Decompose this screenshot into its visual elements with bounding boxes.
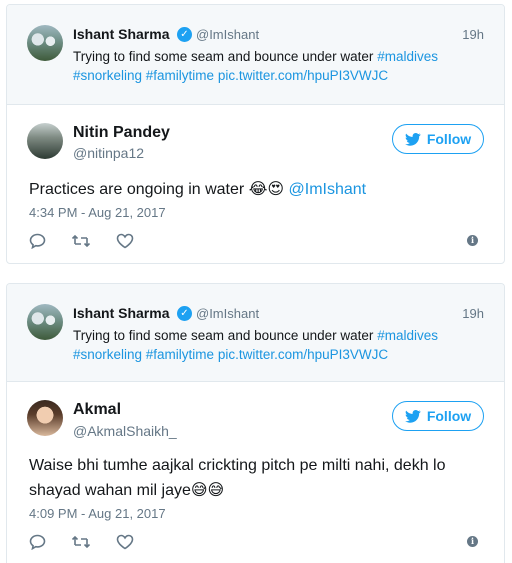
quoted-timestamp[interactable]: 19h [462,306,484,321]
info-icon[interactable]: i [467,235,478,246]
quoted-tweet[interactable]: Ishant Sharma ✓ @ImIshant 19h Trying to … [7,5,504,105]
tweet-actions: i [27,532,484,552]
follow-label: Follow [426,131,472,147]
tweet-text-body: Waise bhi tumhe aajkal crickting pitch p… [29,457,446,499]
info-icon[interactable]: i [467,536,478,547]
quoted-author-name[interactable]: Ishant Sharma [73,26,169,42]
quoted-author-handle[interactable]: @ImIshant [196,27,259,42]
tweet-emojis: 😂😍 [248,179,285,198]
tweet-actions: i [27,231,484,251]
follow-button[interactable]: Follow [392,124,484,154]
retweet-icon[interactable] [71,231,91,251]
author-avatar[interactable] [27,123,63,159]
author-name[interactable]: Nitin Pandey [73,124,170,142]
twitter-bird-icon [405,132,421,146]
quoted-timestamp[interactable]: 19h [462,27,484,42]
quoted-text-body: Trying to find some seam and bounce unde… [73,328,374,343]
reply-icon[interactable] [27,231,47,251]
like-icon[interactable] [115,532,135,552]
pic-link[interactable]: pic.twitter.com/hpuPI3VWJC [218,347,388,362]
quoted-tweet-text: Trying to find some seam and bounce unde… [73,47,483,85]
tweet-embed-card: Ishant Sharma ✓ @ImIshant 19h Trying to … [6,283,505,563]
quoted-author-avatar[interactable] [27,25,63,61]
author-handle[interactable]: @AkmalShaikh_ [73,423,177,439]
quoted-text-body: Trying to find some seam and bounce unde… [73,49,374,64]
twitter-bird-icon [405,409,421,423]
quoted-tweet[interactable]: Ishant Sharma ✓ @ImIshant 19h Trying to … [7,284,504,382]
quoted-author-name[interactable]: Ishant Sharma [73,305,169,321]
retweet-icon[interactable] [71,532,91,552]
reply-icon[interactable] [27,532,47,552]
follow-button[interactable]: Follow [392,401,484,431]
author-name[interactable]: Akmal [73,401,121,419]
quoted-author-avatar[interactable] [27,304,63,340]
tweet-date[interactable]: 4:34 PM - Aug 21, 2017 [29,205,166,220]
verified-icon: ✓ [177,27,192,42]
verified-icon: ✓ [177,306,192,321]
quoted-tweet-text: Trying to find some seam and bounce unde… [73,326,483,364]
author-handle[interactable]: @nitinpa12 [73,145,144,161]
tweet-text-body: Practices are ongoing in water [29,181,245,198]
pic-link[interactable]: pic.twitter.com/hpuPI3VWJC [218,68,388,83]
follow-label: Follow [426,408,472,424]
tweet-emojis: 😅😅 [190,480,225,499]
tweet-text: Waise bhi tumhe aajkal crickting pitch p… [29,454,489,503]
tweet-embed-card: Ishant Sharma ✓ @ImIshant 19h Trying to … [6,4,505,264]
tweet-text: Practices are ongoing in water 😂😍 @ImIsh… [29,177,489,202]
like-icon[interactable] [115,231,135,251]
mention-link[interactable]: @ImIshant [289,181,367,198]
quoted-author-handle[interactable]: @ImIshant [196,306,259,321]
author-avatar[interactable] [27,400,63,436]
tweet-date[interactable]: 4:09 PM - Aug 21, 2017 [29,506,166,521]
